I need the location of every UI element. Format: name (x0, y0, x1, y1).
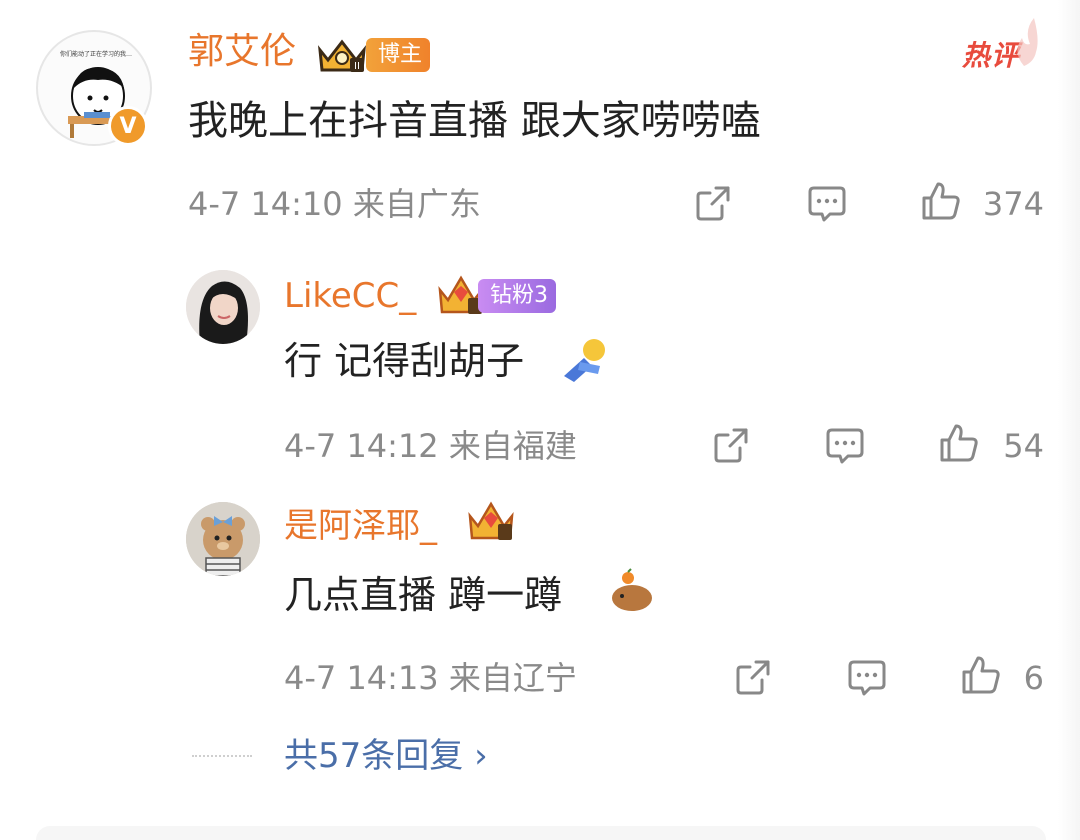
reply-like-count: 54 (1003, 427, 1044, 465)
scroll-edge (1058, 0, 1080, 840)
share-icon[interactable] (710, 424, 752, 466)
reply-like-count: 6 (1023, 659, 1044, 697)
reply-username[interactable]: LikeCC_ (284, 274, 416, 318)
blogger-tag: 博主 (366, 38, 431, 72)
capybara-emoji-icon (612, 568, 652, 611)
share-icon[interactable] (732, 656, 774, 698)
svg-text:你们能动了正在学习的我…: 你们能动了正在学习的我… (60, 50, 132, 58)
reply-meta: 4-7 14:12 来自福建 (284, 427, 577, 465)
verified-v-icon: V (108, 106, 148, 146)
divider-dots (192, 755, 252, 757)
reply-text: 行 记得刮胡子 (284, 339, 525, 383)
comment-icon[interactable] (806, 182, 848, 224)
crown-level-icon: II (318, 39, 366, 72)
diamond-fan-tag: 钻粉3 (478, 279, 556, 313)
emoji-icon (564, 339, 605, 382)
reply-avatar[interactable] (186, 270, 260, 344)
like-icon[interactable] (920, 180, 962, 222)
main-comment-meta: 4-7 14:10 来自广东 (188, 185, 481, 223)
reply-username[interactable]: 是阿泽耶_ (284, 504, 437, 548)
cartoon-bear-avatar (186, 502, 260, 576)
svg-text:II: II (354, 61, 360, 72)
share-icon[interactable] (692, 182, 734, 224)
main-like-count: 374 (982, 185, 1044, 223)
reply-meta: 4-7 14:13 来自辽宁 (284, 659, 577, 697)
reply-avatar[interactable] (186, 502, 260, 576)
comment-icon[interactable] (846, 656, 888, 698)
main-username[interactable]: 郭艾伦 (188, 30, 296, 74)
comment-icon[interactable] (824, 424, 866, 466)
next-item-edge (36, 826, 1046, 840)
view-more-replies-link[interactable]: 共57条回复 › (284, 734, 488, 778)
crown-fan-icon (468, 501, 514, 540)
main-comment-text: 我晚上在抖音直播 跟大家唠唠嗑 (188, 98, 761, 144)
user-photo (186, 270, 260, 344)
flame-icon (1017, 18, 1038, 66)
reply-text: 几点直播 蹲一蹲 (284, 573, 563, 617)
